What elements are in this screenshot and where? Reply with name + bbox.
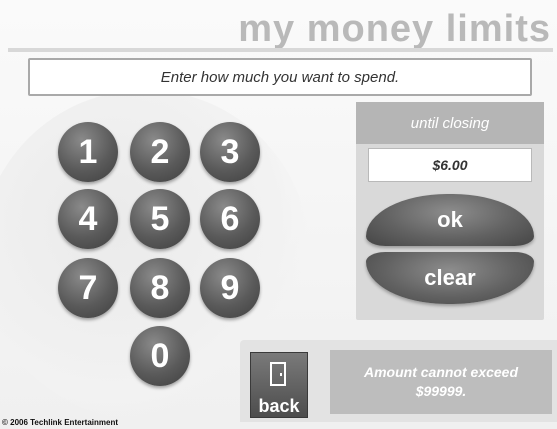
limit-panel: until closing $6.00 ok clear [356, 102, 544, 320]
keypad-key-9[interactable]: 9 [200, 258, 260, 318]
keypad-key-5[interactable]: 5 [130, 189, 190, 249]
keypad-key-4[interactable]: 4 [58, 189, 118, 249]
door-icon [270, 362, 286, 386]
keypad-key-7[interactable]: 7 [58, 258, 118, 318]
amount-limit-warning: Amount cannot exceed $99999. [330, 350, 552, 414]
copyright-notice: © 2006 Techlink Entertainment [2, 418, 119, 427]
limit-amount-display: $6.00 [368, 148, 532, 182]
keypad-key-3[interactable]: 3 [200, 122, 260, 182]
title-divider [8, 48, 553, 52]
warning-text-line2: $99999. [415, 383, 467, 399]
back-button[interactable]: back [250, 352, 308, 418]
warning-text-line1: Amount cannot exceed [363, 364, 519, 380]
screen: my money limits Enter how much you want … [0, 0, 557, 429]
page-title: my money limits [238, 8, 551, 50]
ok-button[interactable]: ok [366, 194, 534, 246]
keypad-key-2[interactable]: 2 [130, 122, 190, 182]
amount-prompt: Enter how much you want to spend. [28, 58, 532, 96]
clear-button[interactable]: clear [366, 252, 534, 304]
keypad-key-8[interactable]: 8 [130, 258, 190, 318]
back-button-label: back [258, 396, 300, 416]
limit-heading: until closing [356, 102, 544, 144]
keypad-key-1[interactable]: 1 [58, 122, 118, 182]
keypad-key-6[interactable]: 6 [200, 189, 260, 249]
keypad-key-0[interactable]: 0 [130, 326, 190, 386]
